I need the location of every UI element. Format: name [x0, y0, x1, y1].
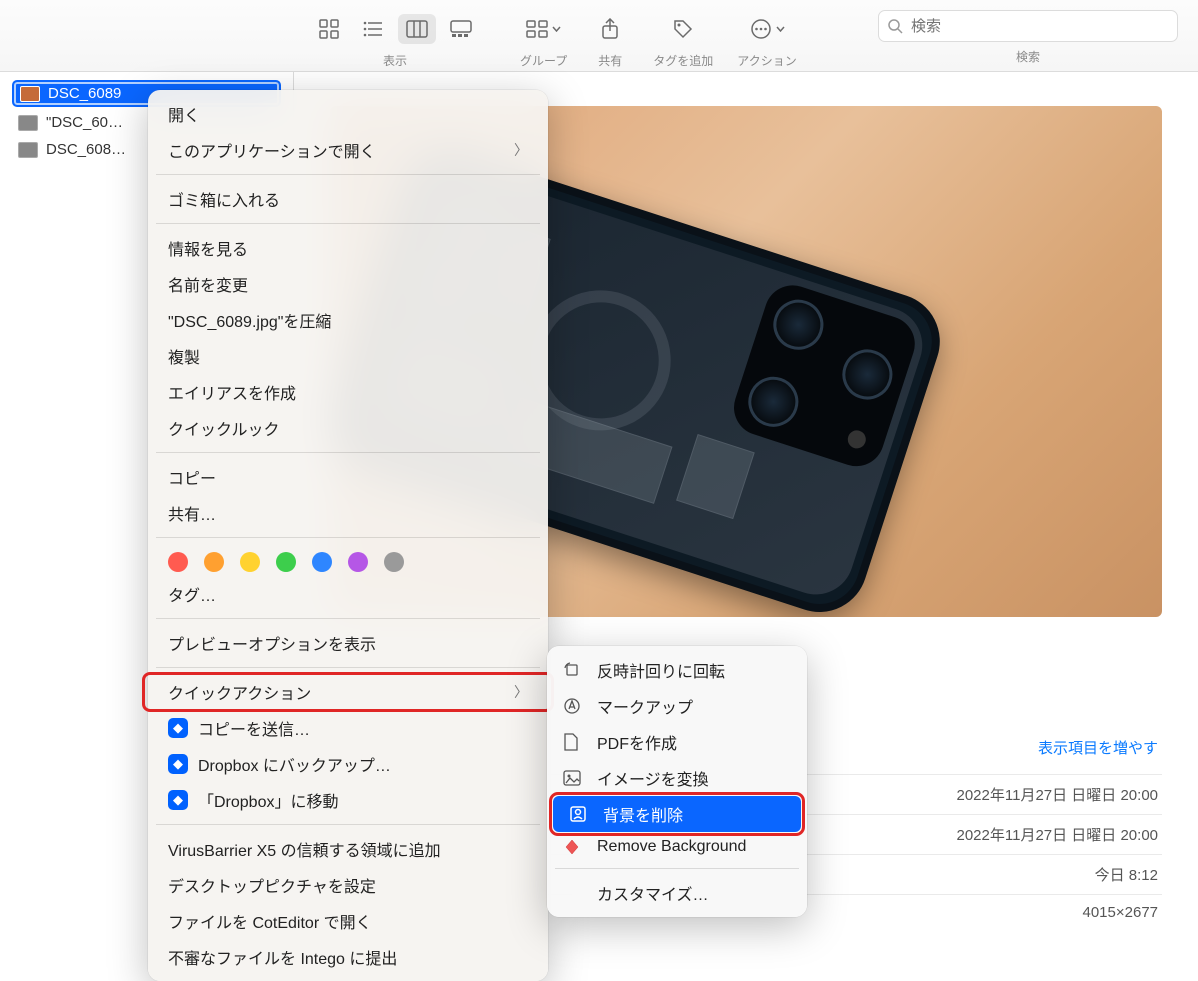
dropbox-icon: ◆ — [168, 718, 188, 738]
view-icons-button[interactable] — [310, 14, 348, 44]
tag-label: タグを追加 — [653, 52, 713, 69]
tag-button[interactable] — [664, 14, 702, 44]
quick-actions-submenu: 反時計回りに回転 マークアップ PDFを作成 イメージを変換 背景を削除 Rem… — [547, 646, 807, 917]
chevron-right-icon: 〉 — [514, 682, 528, 702]
dropbox-icon: ◆ — [168, 754, 188, 774]
search-input[interactable] — [878, 10, 1178, 42]
cm-quicklook[interactable]: クイックルック — [148, 410, 548, 446]
tag-orange[interactable] — [204, 552, 224, 572]
cm-share[interactable]: 共有… — [148, 495, 548, 531]
cm-quick-actions[interactable]: クイックアクション〉 — [148, 674, 548, 710]
tag-yellow[interactable] — [240, 552, 260, 572]
view-switcher-group: 表示 — [310, 12, 480, 69]
cm-dropbox-move[interactable]: ◆ 「Dropbox」に移動 — [148, 782, 548, 818]
action-label: アクション — [737, 52, 796, 69]
share-label: 共有 — [598, 52, 622, 69]
tag-blue[interactable] — [312, 552, 332, 572]
cm-wallpaper[interactable]: デスクトップピクチャを設定 — [148, 867, 548, 903]
file-thumb-icon — [18, 142, 38, 158]
cm-open[interactable]: 開く — [148, 96, 548, 132]
group-button[interactable] — [526, 14, 561, 44]
search-label: 検索 — [1016, 48, 1040, 65]
cm-preview-options[interactable]: プレビューオプションを表示 — [148, 625, 548, 661]
show-more-link[interactable]: 表示項目を増やす — [1038, 737, 1158, 758]
cm-intego[interactable]: 不審なファイルを Intego に提出 — [148, 939, 548, 975]
remove-bg-icon — [569, 805, 591, 823]
cm-trash[interactable]: ゴミ箱に入れる — [148, 181, 548, 217]
context-menu: 開く このアプリケーションで開く〉 ゴミ箱に入れる 情報を見る 名前を変更 "D… — [148, 90, 548, 981]
tag-green[interactable] — [276, 552, 296, 572]
markup-icon — [563, 697, 585, 715]
cm-send-copy[interactable]: ◆ コピーを送信… — [148, 710, 548, 746]
action-button[interactable] — [750, 14, 785, 44]
rotate-icon — [563, 661, 585, 679]
sm-remove-bg-en[interactable]: Remove Background — [547, 832, 807, 862]
cm-info[interactable]: 情報を見る — [148, 230, 548, 266]
sm-convert[interactable]: イメージを変換 — [547, 760, 807, 796]
tag-red[interactable] — [168, 552, 188, 572]
search-icon — [887, 18, 903, 34]
file-name: "DSC_60… — [46, 114, 123, 131]
cm-coteditor[interactable]: ファイルを CotEditor で開く — [148, 903, 548, 939]
sm-remove-bg-jp[interactable]: 背景を削除 — [553, 796, 801, 832]
cm-tags[interactable]: タグ… — [148, 576, 548, 612]
group-label: グループ — [520, 52, 567, 69]
chevron-right-icon: 〉 — [514, 140, 528, 160]
file-thumb-icon — [18, 115, 38, 131]
file-thumb-icon — [20, 86, 40, 102]
meta-value-today: 今日 8:12 — [1095, 864, 1158, 885]
tag-purple[interactable] — [348, 552, 368, 572]
view-label: 表示 — [383, 52, 407, 69]
cm-virus[interactable]: VirusBarrier X5 の信頼する領域に追加 — [148, 831, 548, 867]
view-columns-button[interactable] — [398, 14, 436, 44]
cm-duplicate[interactable]: 複製 — [148, 338, 548, 374]
file-name: DSC_608… — [46, 141, 126, 158]
cm-compress[interactable]: "DSC_6089.jpg"を圧縮 — [148, 302, 548, 338]
tag-color-row — [148, 544, 548, 576]
sm-pdf[interactable]: PDFを作成 — [547, 724, 807, 760]
cm-rename[interactable]: 名前を変更 — [148, 266, 548, 302]
dimensions-value: 4015×2677 — [1083, 904, 1159, 925]
dropbox-icon: ◆ — [168, 790, 188, 810]
cm-alias[interactable]: エイリアスを作成 — [148, 374, 548, 410]
tag-gray[interactable] — [384, 552, 404, 572]
file-name: DSC_6089 — [48, 85, 121, 102]
meta-value-created: 2022年11月27日 日曜日 20:00 — [957, 784, 1159, 805]
share-button[interactable] — [591, 14, 629, 44]
sm-customize[interactable]: カスタマイズ… — [547, 875, 807, 911]
toolbar: 表示 グループ 共有 — [0, 0, 1198, 72]
image-icon — [563, 770, 585, 786]
cm-dropbox-backup[interactable]: ◆ Dropbox にバックアップ… — [148, 746, 548, 782]
view-list-button[interactable] — [354, 14, 392, 44]
cm-copy[interactable]: コピー — [148, 459, 548, 495]
cm-open-with[interactable]: このアプリケーションで開く〉 — [148, 132, 548, 168]
meta-value-modified: 2022年11月27日 日曜日 20:00 — [957, 824, 1159, 845]
sm-rotate[interactable]: 反時計回りに回転 — [547, 652, 807, 688]
view-gallery-button[interactable] — [442, 14, 480, 44]
sm-markup[interactable]: マークアップ — [547, 688, 807, 724]
app-icon — [563, 838, 585, 856]
document-icon — [563, 733, 585, 751]
